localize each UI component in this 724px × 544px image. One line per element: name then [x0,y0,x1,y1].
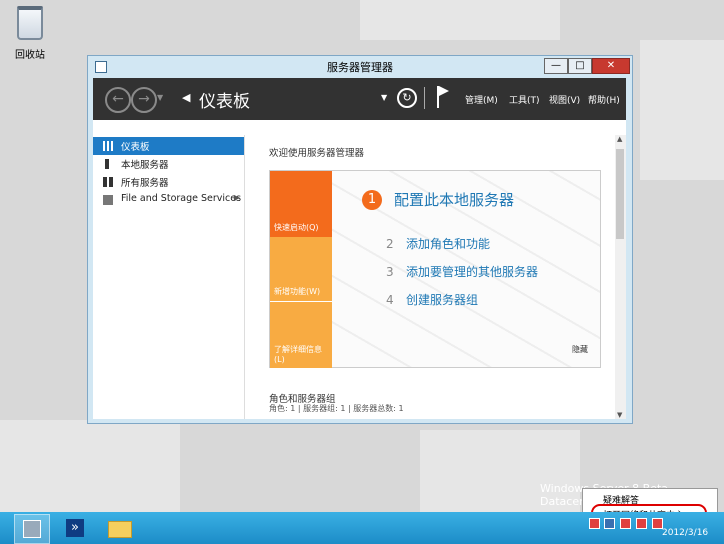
create-server-group-link[interactable]: 4 创建服务器组 [386,291,478,308]
tray-network-icon[interactable] [604,518,615,529]
recycle-bin[interactable]: 回收站 [10,6,50,61]
scroll-thumb[interactable] [616,149,624,239]
taskbar: » [0,512,724,544]
title-bar[interactable]: 服务器管理器 — □ ✕ [88,56,632,78]
tab-quick-start[interactable]: 快速启动(Q) [270,171,332,237]
taskbar-explorer[interactable] [102,514,136,542]
sidebar-item-all-servers[interactable]: 所有服务器 [93,173,244,191]
close-button[interactable]: ✕ [592,58,630,74]
forward-button[interactable]: → [131,87,157,113]
desktop-tile [0,420,180,512]
hide-link[interactable]: 隐藏 [572,344,588,355]
tray-alert-icon[interactable] [636,518,647,529]
folder-icon [108,521,132,538]
powershell-icon: » [66,519,84,537]
sidebar-item-label: File and Storage Services [121,193,242,204]
tray-flag-icon[interactable] [589,518,600,529]
roles-summary: 角色: 1 | 服务器组: 1 | 服务器总数: 1 [269,404,404,413]
tab-learn-more[interactable]: 了解详细信息(L) [270,301,332,368]
sidebar-item-label: 本地服务器 [121,160,169,171]
back-button[interactable]: ← [105,87,131,113]
configure-local-server-link[interactable]: 配置此本地服务器 [394,189,514,210]
history-dropdown-icon[interactable]: ▼ [157,93,163,102]
chevron-right-icon[interactable]: ▶ [234,193,240,202]
server-manager-window: 服务器管理器 — □ ✕ ← → ▼ ◀ 仪表板 ▼ ↻ 管理(M) 工具(T)… [87,55,633,424]
desktop-tile [640,40,724,180]
taskbar-powershell[interactable]: » [58,514,92,542]
recycle-bin-label: 回收站 [15,50,45,61]
breadcrumb-separator-icon: ◀ [182,91,191,104]
notifications-flag-icon[interactable] [437,86,449,108]
quickstart-panel: 快速启动(Q) 新增功能(W) 了解详细信息(L) 1 配置此本地服务器 2 添加… [269,170,601,368]
servers-icon [103,177,113,187]
breadcrumb: 仪表板 [199,92,250,112]
vertical-scrollbar[interactable]: ▲ ▼ [615,135,626,419]
server-icon [105,159,109,169]
add-roles-link[interactable]: 2 添加角色和功能 [386,235,490,252]
sidebar-item-local-server[interactable]: 本地服务器 [93,155,244,173]
desktop-tile [360,0,560,40]
minimize-button[interactable]: — [544,58,568,74]
dashboard-icon [103,141,113,151]
window-client: ← → ▼ ◀ 仪表板 ▼ ↻ 管理(M) 工具(T) 视图(V) 帮助(H) … [93,78,626,419]
step-number: 1 [362,190,382,210]
maximize-button[interactable]: □ [568,58,592,74]
toolbar-divider [424,87,425,109]
sidebar-item-dashboard[interactable]: 仪表板 [93,137,244,155]
command-bar: ← → ▼ ◀ 仪表板 ▼ ↻ 管理(M) 工具(T) 视图(V) 帮助(H) [93,78,626,120]
scroll-down-icon[interactable]: ▼ [617,411,622,419]
recycle-bin-icon [17,6,43,40]
menu-help[interactable]: 帮助(H) [588,93,620,106]
welcome-title: 欢迎使用服务器管理器 [269,148,365,159]
taskbar-server-manager[interactable] [14,514,50,544]
menu-tools[interactable]: 工具(T) [509,93,540,106]
sidebar-item-label: 所有服务器 [121,178,169,189]
sidebar: 仪表板 本地服务器 所有服务器 File and Storage Service… [93,135,245,419]
refresh-icon[interactable]: ↻ [397,88,417,108]
tray-volume-icon[interactable] [620,518,631,529]
tab-whats-new[interactable]: 新增功能(W) [270,237,332,301]
main-panel: 欢迎使用服务器管理器 快速启动(Q) 新增功能(W) 了解详细信息(L) 1 配… [245,135,615,419]
breadcrumb-dropdown-icon[interactable]: ▼ [381,93,387,102]
menu-manage[interactable]: 管理(M) [465,93,498,106]
server-manager-icon [23,520,41,538]
sidebar-item-label: 仪表板 [121,142,150,153]
add-servers-link[interactable]: 3 添加要管理的其他服务器 [386,263,538,280]
sidebar-item-file-storage[interactable]: File and Storage Services ▶ [93,191,244,209]
menu-view[interactable]: 视图(V) [549,93,580,106]
taskbar-date: 2012/3/16 [662,528,709,538]
storage-icon [103,195,113,205]
scroll-up-icon[interactable]: ▲ [617,135,622,143]
